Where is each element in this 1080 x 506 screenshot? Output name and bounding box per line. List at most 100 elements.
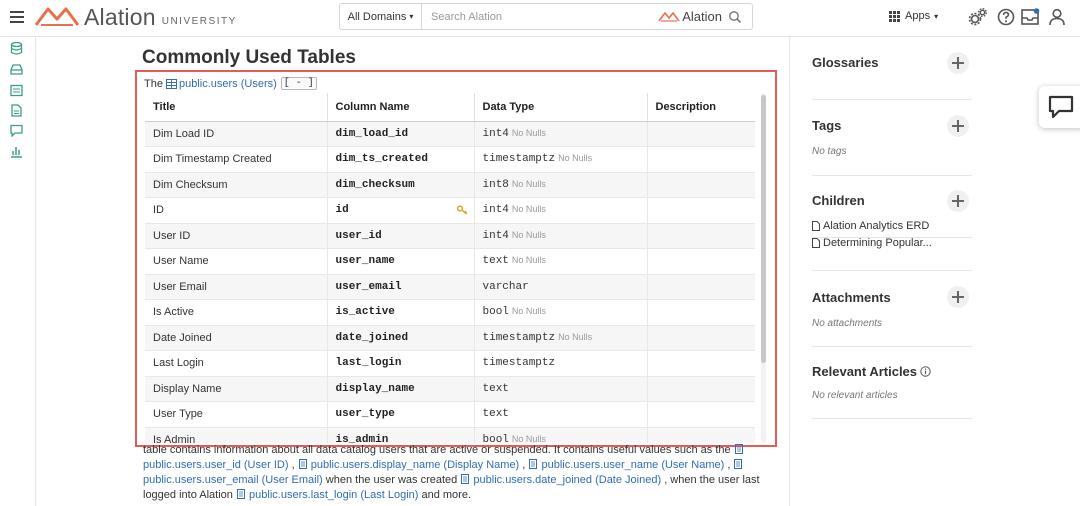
help-icon[interactable] (996, 7, 1016, 27)
apps-menu[interactable]: Apps ▾ (889, 10, 938, 22)
cell-title[interactable]: Is Admin (145, 427, 328, 443)
search-icon[interactable] (728, 10, 742, 24)
desc-link-last-login[interactable]: public.users.last_login (Last Login) (249, 489, 418, 501)
cell-description[interactable] (647, 350, 755, 377)
menu-icon[interactable] (10, 11, 24, 23)
cell-title[interactable]: Date Joined (145, 325, 328, 351)
add-glossary-button[interactable] (947, 52, 969, 74)
cell-column-name[interactable]: user_id (327, 223, 475, 249)
cell-title[interactable]: Dim Load ID (145, 121, 328, 147)
collapse-button[interactable]: [ - ] (280, 77, 317, 90)
desc-link-user-id[interactable]: public.users.user_id (User ID) (143, 459, 289, 471)
cell-data-type[interactable]: int4 No Nulls (474, 197, 648, 224)
cell-column-name[interactable]: date_joined (327, 325, 475, 351)
document-icon[interactable] (10, 104, 23, 117)
desc-link-display-name[interactable]: public.users.display_name (Display Name) (311, 459, 519, 471)
cell-column-name[interactable]: user_type (327, 401, 475, 428)
domain-select[interactable]: All Domains ▾ (340, 4, 422, 29)
add-tag-button[interactable] (947, 115, 969, 137)
cell-column-name[interactable]: dim_ts_created (327, 146, 475, 173)
table-row[interactable]: Dim Timestamp Created dim_ts_created times… (145, 146, 755, 173)
header-column-name[interactable]: Column Name (327, 93, 475, 122)
cell-title[interactable]: User Type (145, 401, 328, 428)
cell-column-name[interactable]: last_login (327, 350, 475, 377)
cell-data-type[interactable]: timestamptz No Nulls (474, 325, 648, 351)
cell-title[interactable]: Is Active (145, 299, 328, 326)
cell-title[interactable]: ID (145, 197, 328, 224)
table-row[interactable]: User Email user_email varchar (145, 274, 755, 300)
cell-description[interactable] (647, 325, 755, 351)
inbox-icon[interactable] (1020, 7, 1040, 27)
header-data-type[interactable]: Data Type (474, 93, 648, 122)
table-row[interactable]: Is Active is_active bool No Nulls (145, 299, 755, 326)
table-row[interactable]: ID id int4 No Nulls (145, 197, 755, 224)
table-row[interactable]: Date Joined date_joined timestamptz No Null… (145, 325, 755, 351)
chat-button[interactable] (1039, 86, 1080, 128)
cell-data-type[interactable]: text No Nulls (474, 248, 648, 275)
cell-title[interactable]: User ID (145, 223, 328, 249)
cell-data-type[interactable]: text (474, 376, 648, 402)
cell-description[interactable] (647, 223, 755, 249)
cell-description[interactable] (647, 401, 755, 428)
table-row[interactable]: Is Admin is_admin bool No Nulls (145, 427, 755, 443)
table-link[interactable]: public.users (Users) (179, 78, 277, 90)
cell-data-type[interactable]: bool No Nulls (474, 427, 648, 443)
table-row[interactable]: User ID user_id int4 No Nulls (145, 223, 755, 249)
cell-description[interactable] (647, 172, 755, 198)
columns-table-container[interactable]: Title Column Name Data Type Description … (145, 93, 763, 443)
add-child-button[interactable] (947, 190, 969, 212)
header-description[interactable]: Description (647, 93, 755, 122)
desc-link-user-email[interactable]: public.users.user_email (User Email) (143, 474, 323, 486)
cell-title[interactable]: Display Name (145, 376, 328, 402)
cell-title[interactable]: User Email (145, 274, 328, 300)
catalog-icon[interactable] (10, 84, 23, 97)
cell-column-name[interactable]: user_email (327, 274, 475, 300)
scrollbar-thumb[interactable] (761, 95, 766, 363)
cell-title[interactable]: Dim Timestamp Created (145, 146, 328, 173)
child-item[interactable]: Alation Analytics ERD (812, 217, 972, 234)
cell-data-type[interactable]: int4 No Nulls (474, 121, 648, 147)
cell-description[interactable] (647, 376, 755, 402)
user-icon[interactable] (1047, 7, 1067, 27)
add-attachment-button[interactable] (947, 286, 969, 308)
storage-icon[interactable] (10, 63, 23, 76)
cell-column-name[interactable]: dim_load_id (327, 121, 475, 147)
desc-link-user-name[interactable]: public.users.user_name (User Name) (541, 459, 724, 471)
cell-description[interactable] (647, 299, 755, 326)
cell-column-name[interactable]: is_admin (327, 427, 475, 443)
cell-description[interactable] (647, 146, 755, 173)
table-row[interactable]: Dim Checksum dim_checksum int8 No Nulls (145, 172, 755, 198)
cell-column-name[interactable]: dim_checksum (327, 172, 475, 198)
table-row[interactable]: Last Login last_login timestamptz (145, 350, 755, 377)
cell-column-name[interactable]: user_name (327, 248, 475, 275)
cell-data-type[interactable]: timestamptz No Nulls (474, 146, 648, 173)
cell-description[interactable] (647, 197, 755, 224)
cell-description[interactable] (647, 121, 755, 147)
cell-column-name[interactable]: is_active (327, 299, 475, 326)
cell-column-name[interactable]: id (327, 197, 475, 224)
header-title[interactable]: Title (145, 93, 328, 122)
cell-data-type[interactable]: text (474, 401, 648, 428)
desc-link-date-joined[interactable]: public.users.date_joined (Date Joined) (473, 474, 661, 486)
analytics-icon[interactable] (10, 145, 23, 158)
cell-title[interactable]: Dim Checksum (145, 172, 328, 198)
search-input[interactable] (422, 4, 659, 29)
cell-description[interactable] (647, 274, 755, 300)
cell-data-type[interactable]: int4 No Nulls (474, 223, 648, 249)
conversation-icon[interactable] (10, 124, 23, 137)
cell-data-type[interactable]: varchar (474, 274, 648, 300)
table-row[interactable]: Display Name display_name text (145, 376, 755, 402)
cell-column-name[interactable]: display_name (327, 376, 475, 402)
info-icon[interactable] (920, 366, 931, 377)
settings-icon[interactable] (968, 7, 988, 27)
table-scrollbar[interactable] (761, 93, 766, 443)
cell-data-type[interactable]: bool No Nulls (474, 299, 648, 326)
cell-title[interactable]: Last Login (145, 350, 328, 377)
table-row[interactable]: Dim Load ID dim_load_id int4 No Nulls (145, 121, 755, 147)
table-row[interactable]: User Name user_name text No Nulls (145, 248, 755, 275)
cell-title[interactable]: User Name (145, 248, 328, 275)
cell-data-type[interactable]: int8 No Nulls (474, 172, 648, 198)
brand-logo[interactable]: Alation UNIVERSITY (34, 4, 237, 30)
cell-data-type[interactable]: timestamptz (474, 350, 648, 377)
database-icon[interactable] (10, 42, 23, 55)
